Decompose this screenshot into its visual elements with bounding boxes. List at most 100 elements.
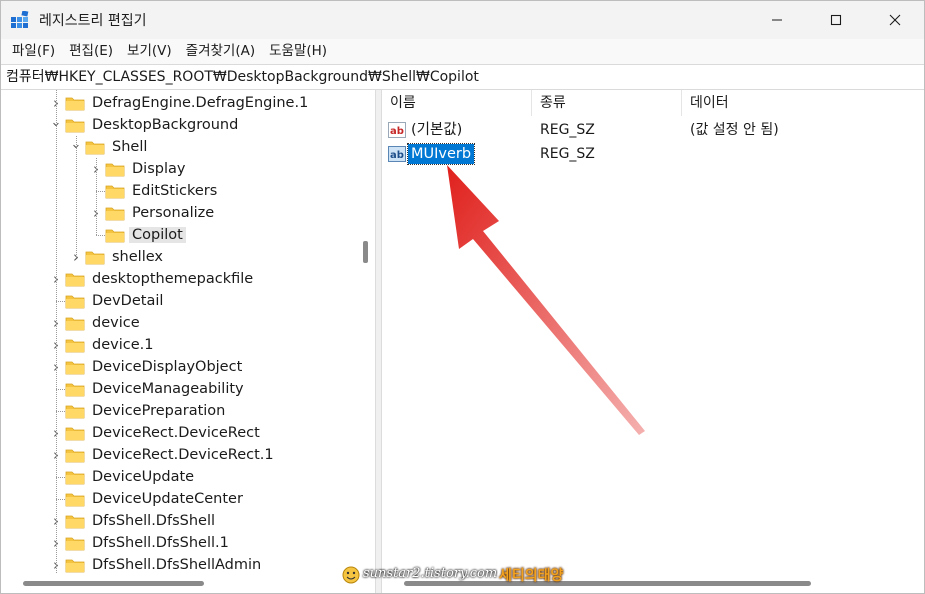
folder-icon [65, 356, 85, 378]
tree-item[interactable]: › DeviceRect.DeviceRect.1 [49, 444, 277, 466]
registry-editor-window: 레지스트리 편집기 파일(F) 편집(E) 보기(V) 즐겨찾기(A) 도움말(… [0, 0, 925, 594]
folder-icon [65, 378, 85, 400]
tree-item-label: Copilot [129, 227, 186, 243]
values-list[interactable]: 이름 종류 데이터 ab (기본값) REG_SZ (값 설정 안 됨) ab … [382, 90, 924, 593]
tree-item[interactable]: › shellex [69, 246, 166, 268]
tree-item-label: DfsShell.DfsShellAdmin [92, 557, 262, 573]
tree-item-label: DeviceRect.DeviceRect.1 [92, 447, 274, 463]
menu-file[interactable]: 파일(F) [5, 39, 62, 64]
tree-hscroll-thumb[interactable] [23, 581, 204, 586]
folder-icon [105, 202, 125, 224]
tree-guide-line [96, 158, 97, 235]
folder-icon [65, 554, 85, 576]
address-bar[interactable]: 컴퓨터₩HKEY_CLASSES_ROOT₩DesktopBackground₩… [1, 64, 924, 90]
tree-item[interactable]: › Personalize [89, 202, 217, 224]
window-title: 레지스트리 편집기 [39, 13, 147, 29]
title-bar[interactable]: 레지스트리 편집기 [1, 1, 924, 39]
sun-face-icon [342, 566, 360, 584]
tree-vertical-scrollbar[interactable] [360, 90, 370, 574]
tree-guide-line [56, 499, 65, 500]
svg-text:ab: ab [390, 126, 404, 137]
tree-item-label: DevDetail [92, 293, 164, 309]
menu-help[interactable]: 도움말(H) [262, 39, 334, 64]
tree-item[interactable]: › device.1 [49, 334, 156, 356]
value-name-selected: MUIverb [406, 143, 476, 165]
tree-item[interactable]: DeviceManageability [49, 378, 247, 400]
folder-icon [65, 510, 85, 532]
tree-guide-line [76, 136, 77, 257]
tree-guide-line [56, 301, 65, 302]
tree-item-label: shellex [112, 249, 163, 265]
tree-guide-line [96, 235, 105, 236]
tree-item-label: DeviceUpdateCenter [92, 491, 243, 507]
maximize-button[interactable] [807, 1, 865, 39]
tree-item[interactable]: DevicePreparation [49, 400, 228, 422]
tree-item[interactable]: DeviceUpdate [49, 466, 197, 488]
folder-icon [65, 488, 85, 510]
folder-icon [65, 92, 85, 114]
minimize-button[interactable] [748, 1, 806, 39]
tree-item[interactable]: DevDetail [49, 290, 166, 312]
string-value-icon: ab [388, 122, 406, 138]
tree-item[interactable]: › DfsShell.DfsShellAdmin [49, 554, 264, 576]
folder-icon [65, 334, 85, 356]
tree-item[interactable]: ⌄ Shell [69, 136, 150, 158]
value-type: REG_SZ [540, 146, 595, 162]
tree-item-label: DeviceDisplayObject [92, 359, 243, 375]
tree-item-label: desktopthemepackfile [92, 271, 254, 287]
tree-item-label: DesktopBackground [92, 117, 239, 133]
registry-editor-icon [11, 11, 29, 28]
tree-item[interactable]: › DfsShell.DfsShell.1 [49, 532, 232, 554]
tree-item-label: DfsShell.DfsShell [92, 513, 216, 529]
string-value-icon: ab [388, 146, 406, 162]
maximize-icon [830, 14, 842, 26]
pane-splitter[interactable] [375, 90, 382, 593]
value-row-default[interactable]: ab (기본값) REG_SZ (값 설정 안 됨) [382, 119, 924, 142]
folder-icon [65, 268, 85, 290]
tree-item-label: Shell [112, 139, 148, 155]
tree-item-label: DefragEngine.DefragEngine.1 [92, 95, 309, 111]
column-header-type[interactable]: 종류 [532, 90, 682, 116]
tree-item-label: DeviceRect.DeviceRect [92, 425, 260, 441]
folder-icon [65, 532, 85, 554]
column-header-data[interactable]: 데이터 [682, 90, 924, 116]
tree-item-label: Display [132, 161, 186, 177]
minimize-icon [772, 19, 782, 21]
watermark-brand: 세티의태양 [499, 568, 564, 584]
tree-item[interactable]: EditStickers [89, 180, 220, 202]
tree-guide-line [56, 90, 57, 593]
svg-text:ab: ab [390, 150, 404, 161]
close-button[interactable] [866, 1, 924, 39]
tree-scroll-thumb[interactable] [363, 241, 368, 263]
tree-item[interactable]: › DefragEngine.DefragEngine.1 [49, 92, 311, 114]
tree-item-label: EditStickers [132, 183, 218, 199]
tree-item[interactable]: › DeviceRect.DeviceRect [49, 422, 263, 444]
folder-icon [65, 312, 85, 334]
tree-item[interactable]: › Display [89, 158, 188, 180]
tree-item[interactable]: › DfsShell.DfsShell [49, 510, 218, 532]
tree-item-label: DeviceUpdate [92, 469, 195, 485]
tree-guide-line [56, 389, 65, 390]
tree-guide-line [56, 411, 65, 412]
tree-item[interactable]: › device [49, 312, 143, 334]
value-data: (값 설정 안 됨) [690, 122, 779, 138]
tree-item[interactable]: DeviceUpdateCenter [49, 488, 246, 510]
column-header-name[interactable]: 이름 [382, 90, 532, 116]
value-name: (기본값) [411, 122, 463, 138]
folder-icon [85, 246, 105, 268]
tree-horizontal-scrollbar[interactable] [1, 574, 373, 593]
folder-icon [105, 224, 125, 246]
close-icon [889, 14, 901, 26]
menu-bar: 파일(F) 편집(E) 보기(V) 즐겨찾기(A) 도움말(H) [1, 39, 924, 64]
watermark: sunstar2.tistory.com 세티의태양 [341, 563, 591, 587]
watermark-site: sunstar2.tistory.com [363, 566, 498, 581]
menu-favorites[interactable]: 즐겨찾기(A) [179, 39, 262, 64]
tree-item-label: DevicePreparation [92, 403, 226, 419]
tree-item[interactable]: › desktopthemepackfile [49, 268, 256, 290]
folder-icon [105, 180, 125, 202]
tree-item[interactable]: › DeviceDisplayObject [49, 356, 245, 378]
key-tree[interactable]: › DefragEngine.DefragEngine.1 ⌄ DesktopBack… [1, 90, 373, 593]
menu-view[interactable]: 보기(V) [120, 39, 179, 64]
value-row-muiverb[interactable]: ab MUIverb REG_SZ [382, 143, 924, 166]
menu-edit[interactable]: 편집(E) [62, 39, 120, 64]
